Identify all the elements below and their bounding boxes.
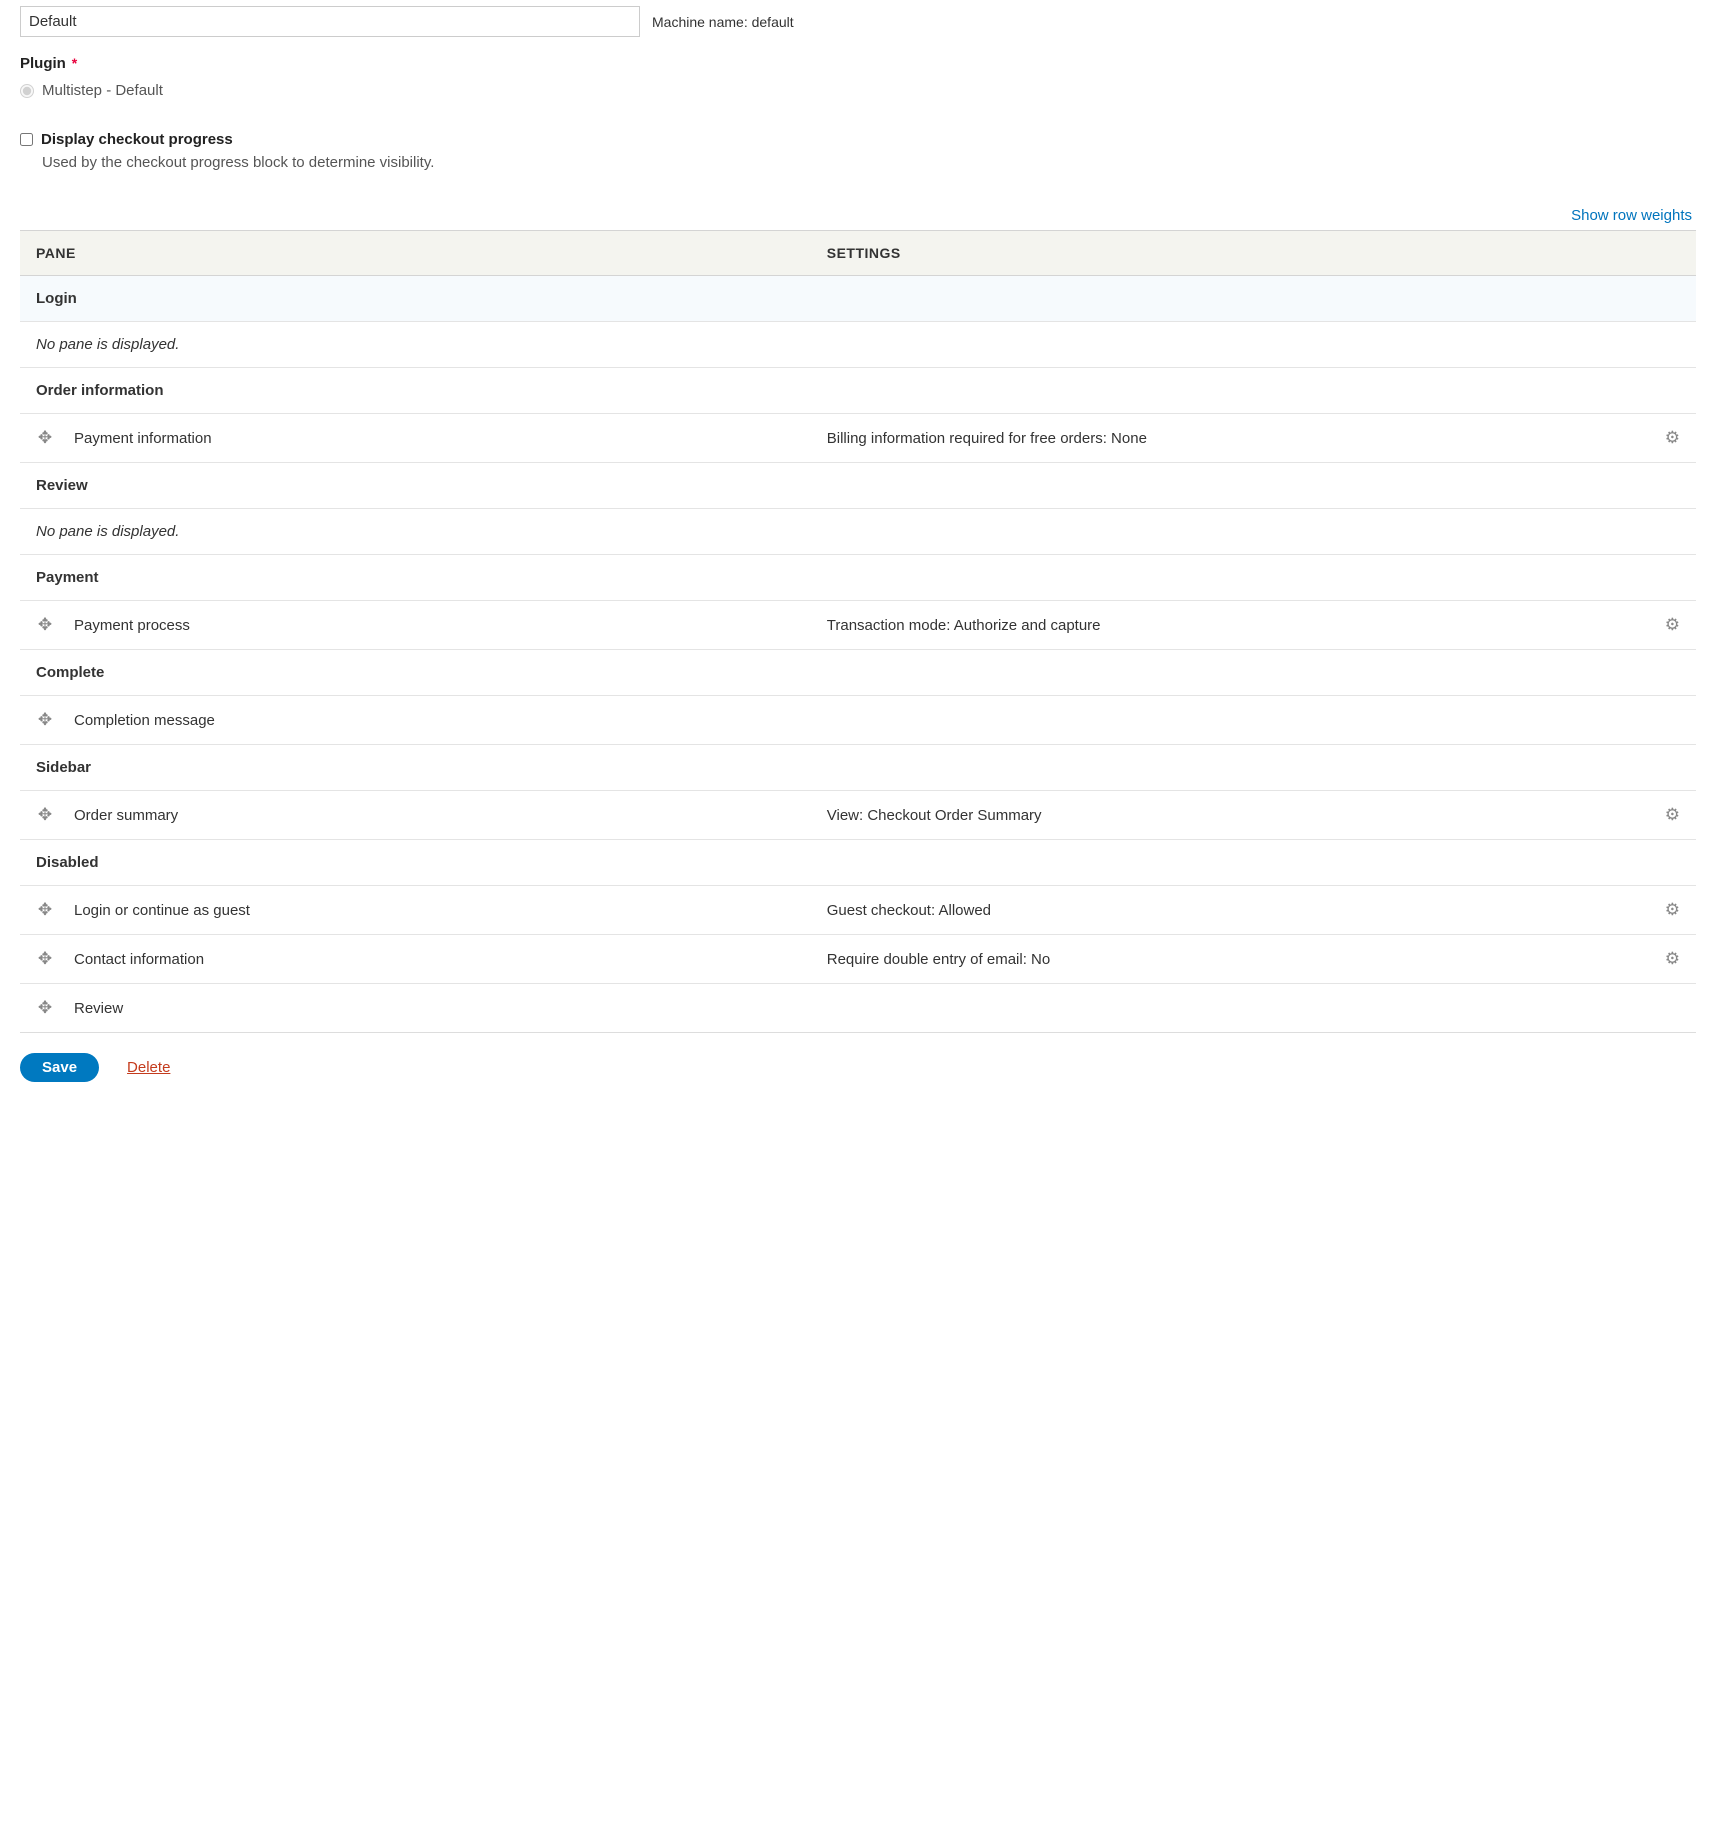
pane-label: Contact information [74, 951, 204, 968]
pane-label: Login or continue as guest [74, 902, 250, 919]
empty-message: No pane is displayed. [20, 509, 1696, 555]
pane-settings: Billing information required for free or… [811, 414, 1649, 463]
plugin-label: Plugin [20, 55, 66, 72]
col-settings: SETTINGS [811, 231, 1649, 276]
col-actions [1649, 231, 1696, 276]
region-label: Disabled [20, 840, 1696, 886]
drag-handle-icon[interactable]: ✥ [36, 428, 54, 448]
col-pane: PANE [20, 231, 811, 276]
region-label: Order information [20, 368, 1696, 414]
table-row: ✥ Completion message [20, 696, 1696, 745]
region-label: Complete [20, 650, 1696, 696]
drag-handle-icon[interactable]: ✥ [36, 615, 54, 635]
table-row: ✥ Review [20, 984, 1696, 1033]
display-progress-label: Display checkout progress [41, 131, 233, 148]
table-row: ✥ Payment information Billing information … [20, 414, 1696, 463]
region-label: Payment [20, 555, 1696, 601]
pane-settings: Guest checkout: Allowed [811, 886, 1649, 935]
gear-icon[interactable]: ⚙ [1665, 805, 1680, 824]
pane-settings: View: Checkout Order Summary [811, 791, 1649, 840]
display-progress-help: Used by the checkout progress block to d… [42, 154, 1696, 171]
table-row: ✥ Payment process Transaction mode: Author… [20, 601, 1696, 650]
gear-icon[interactable]: ⚙ [1665, 428, 1680, 447]
drag-handle-icon[interactable]: ✥ [36, 949, 54, 969]
plugin-radio-multistep[interactable] [20, 84, 34, 98]
pane-settings: Require double entry of email: No [811, 935, 1649, 984]
table-row: ✥ Order summary View: Checkout Order Summa… [20, 791, 1696, 840]
table-row: ✥ Contact information Require double entry… [20, 935, 1696, 984]
table-row: ✥ Login or continue as guest Guest checkou… [20, 886, 1696, 935]
plugin-option-label: Multistep - Default [42, 82, 163, 99]
machine-name-value: default [752, 14, 794, 30]
pane-settings: Transaction mode: Authorize and capture [811, 601, 1649, 650]
empty-message: No pane is displayed. [20, 322, 1696, 368]
gear-icon[interactable]: ⚙ [1665, 900, 1680, 919]
gear-icon[interactable]: ⚙ [1665, 949, 1680, 968]
pane-label: Completion message [74, 712, 215, 729]
delete-link[interactable]: Delete [127, 1059, 170, 1076]
display-progress-checkbox[interactable] [20, 133, 33, 146]
pane-settings [811, 696, 1649, 745]
name-input[interactable] [20, 6, 640, 37]
drag-handle-icon[interactable]: ✥ [36, 710, 54, 730]
required-marker: * [72, 55, 77, 71]
gear-icon[interactable]: ⚙ [1665, 615, 1680, 634]
pane-label: Payment information [74, 430, 212, 447]
machine-name-prefix: Machine name: [652, 14, 748, 30]
machine-name-label: Machine name: default [652, 14, 794, 30]
pane-label: Order summary [74, 807, 178, 824]
pane-label: Review [74, 1000, 123, 1017]
region-label: Review [20, 463, 1696, 509]
region-label: Login [20, 276, 1696, 322]
pane-settings [811, 984, 1649, 1033]
pane-label: Payment process [74, 617, 190, 634]
save-button[interactable]: Save [20, 1053, 99, 1082]
region-label: Sidebar [20, 745, 1696, 791]
show-row-weights-link[interactable]: Show row weights [1571, 207, 1692, 224]
drag-handle-icon[interactable]: ✥ [36, 900, 54, 920]
drag-handle-icon[interactable]: ✥ [36, 805, 54, 825]
panes-table: PANE SETTINGS LoginNo pane is displayed.… [20, 230, 1696, 1033]
drag-handle-icon[interactable]: ✥ [36, 998, 54, 1018]
